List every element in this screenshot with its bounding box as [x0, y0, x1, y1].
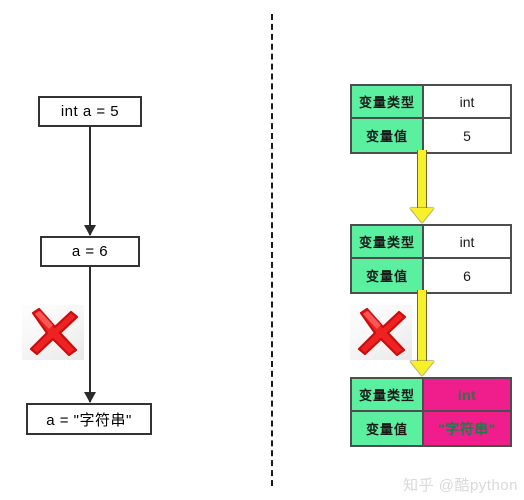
arrow-shaft — [417, 290, 427, 363]
table-row: 变量值 — [352, 412, 424, 445]
arrow-head — [410, 361, 434, 376]
memory-table-3: 变量类型 int 变量值 "字符串" — [350, 377, 512, 447]
table-row: 变量值 — [352, 259, 424, 292]
flow-box-string-assignment-label: a = "字符串" — [46, 411, 132, 429]
table-row: 变量类型 — [352, 86, 424, 119]
table-row: 6 — [424, 259, 510, 292]
arrow-shaft — [417, 150, 427, 210]
arrow-head — [410, 208, 434, 223]
flow-box-assignment-label: a = 6 — [71, 243, 109, 260]
memory-transition-arrow-2 — [410, 290, 434, 378]
memory-table-2: 变量类型 int 变量值 6 — [350, 224, 512, 294]
flow-box-assignment: a = 6 — [40, 236, 140, 267]
flow-box-declaration-label: int a = 5 — [60, 103, 120, 120]
table-row: int — [424, 226, 510, 259]
table-row: int — [424, 379, 510, 412]
red-cross-icon — [350, 305, 412, 360]
memory-transition-arrow-1 — [410, 150, 434, 224]
flow-box-string-assignment: a = "字符串" — [26, 403, 152, 435]
vertical-dashed-divider — [271, 14, 273, 486]
table-row: "字符串" — [424, 412, 510, 445]
table-row: int — [424, 86, 510, 119]
diagram-canvas: int a = 5 a = 6 a = "字符串" 变量类型 int 变量值 5… — [0, 0, 524, 500]
table-row: 变量类型 — [352, 226, 424, 259]
red-cross-icon — [22, 305, 84, 360]
table-row: 5 — [424, 119, 510, 152]
flow-box-declaration: int a = 5 — [38, 96, 142, 127]
watermark: 知乎 @酷python — [403, 477, 518, 494]
left-flow-arrow-2 — [89, 267, 91, 402]
left-flow-arrow-1 — [89, 127, 91, 235]
table-row: 变量值 — [352, 119, 424, 152]
memory-table-1: 变量类型 int 变量值 5 — [350, 84, 512, 154]
table-row: 变量类型 — [352, 379, 424, 412]
